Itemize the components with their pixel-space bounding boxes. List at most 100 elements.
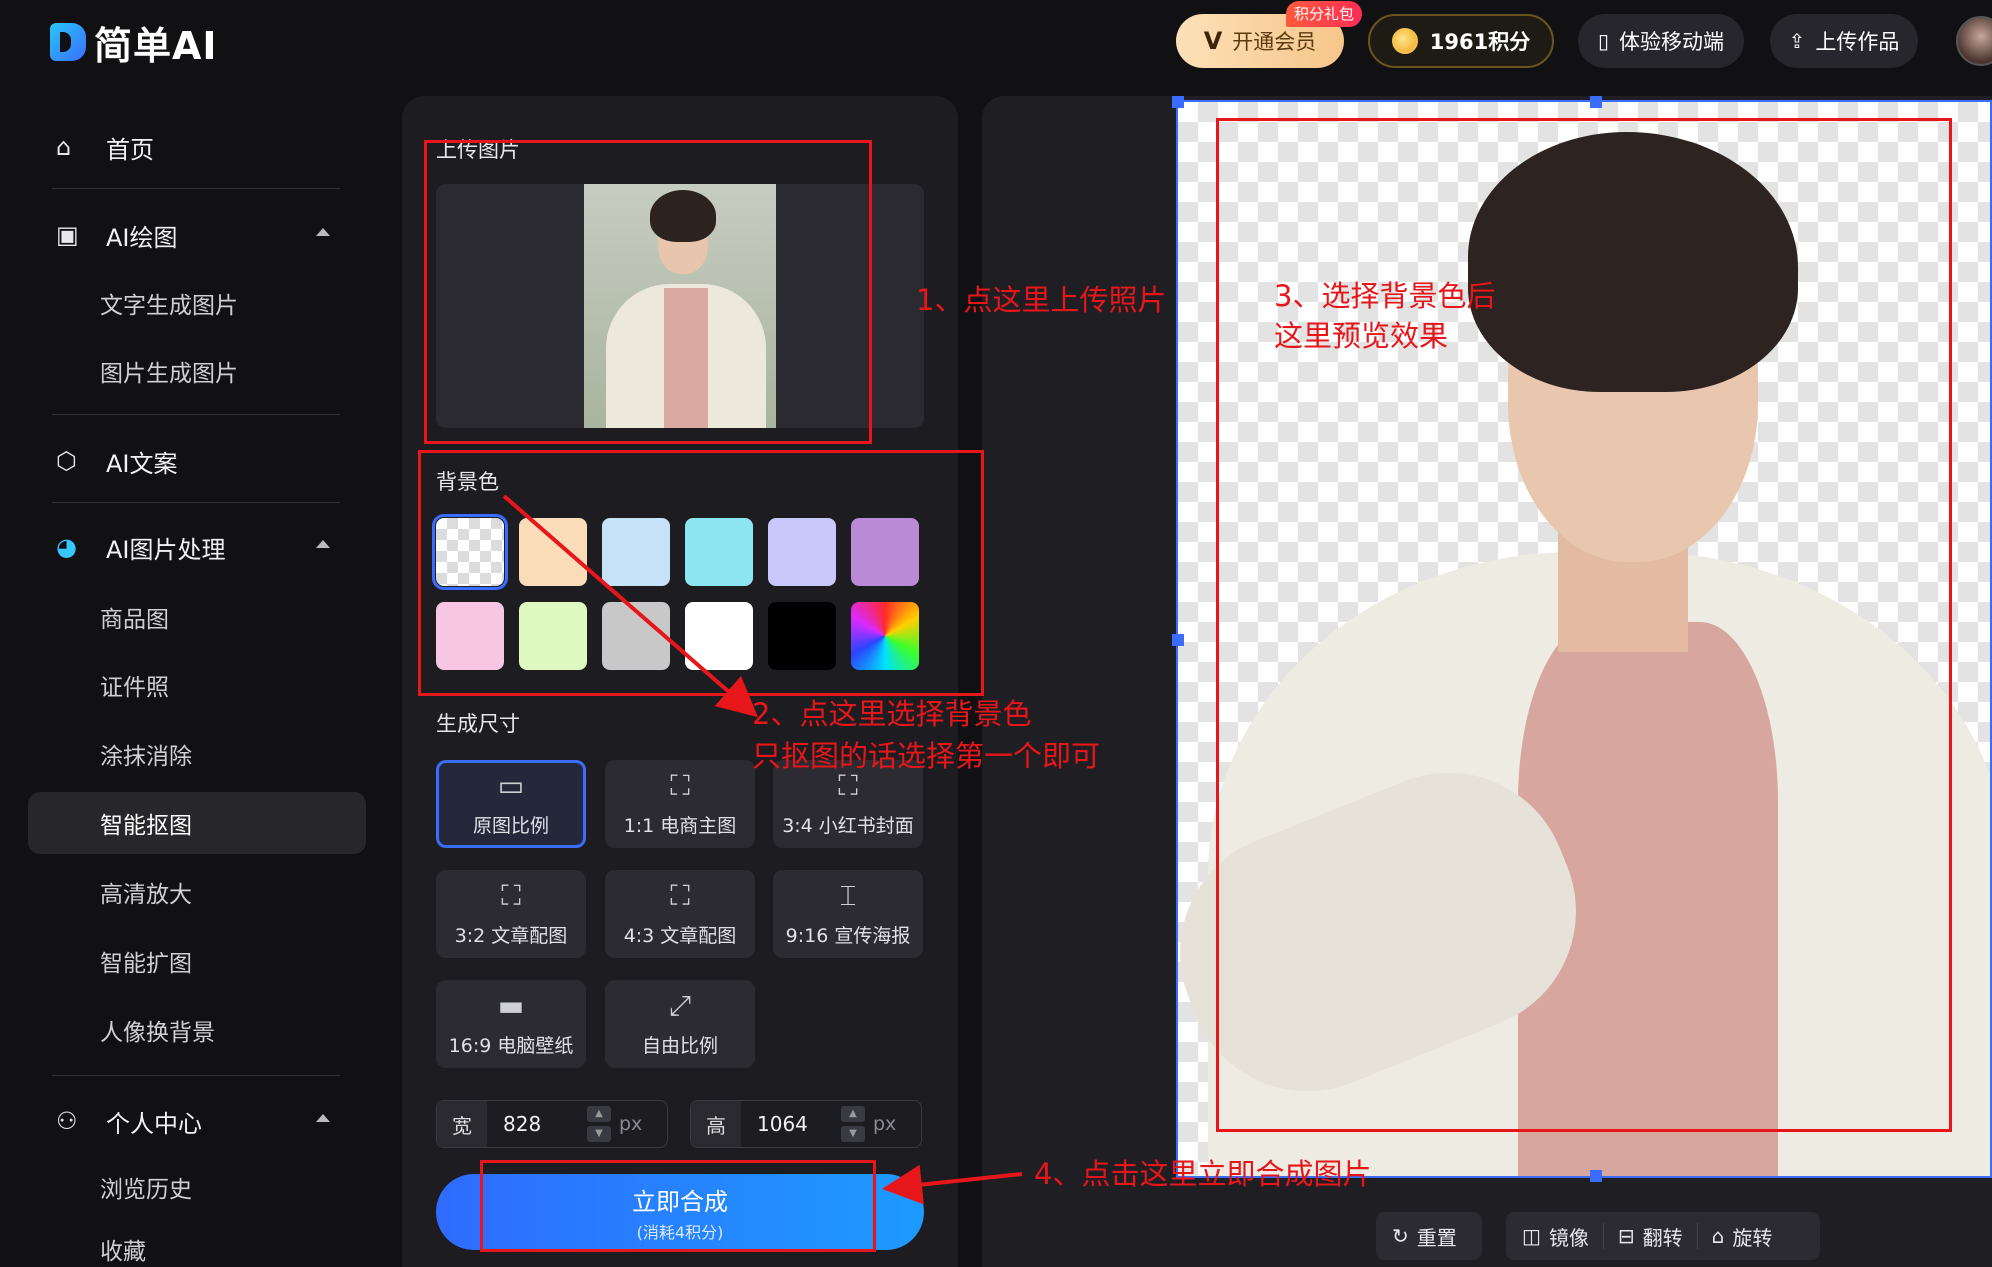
resize-handle[interactable] <box>1590 96 1602 108</box>
width-label: 宽 <box>437 1101 487 1147</box>
ratio-1-1[interactable]: ⛶ 1:1 电商主图 <box>605 760 755 848</box>
image-icon: ▭ <box>497 768 525 802</box>
ratio-9-16[interactable]: ⌶ 9:16 宣传海报 <box>773 870 923 958</box>
flip-button[interactable]: ⊟ 翻转 <box>1618 1222 1683 1251</box>
sidebar-item-label: 高清放大 <box>100 882 192 908</box>
ratio-label: 3:4 小红书封面 <box>782 814 914 837</box>
height-label: 高 <box>691 1101 741 1147</box>
ratio-3-2[interactable]: ⛶ 3:2 文章配图 <box>436 870 586 958</box>
sidebar-item-label: 智能抠图 <box>100 813 192 839</box>
height-field[interactable]: 高 1064 ▲ ▼ px <box>690 1100 922 1148</box>
avatar[interactable] <box>1956 16 1992 66</box>
sidebar-item-upscale[interactable]: 高清放大 <box>28 861 366 923</box>
ratio-free[interactable]: ⤢ 自由比例 <box>605 980 755 1068</box>
sidebar-item-favorites[interactable]: 收藏 <box>28 1218 366 1267</box>
width-field[interactable]: 宽 828 ▲ ▼ px <box>436 1100 668 1148</box>
ratio-4-3[interactable]: ⛶ 4:3 文章配图 <box>605 870 755 958</box>
home-icon: ⌂ <box>56 133 72 161</box>
ratio-16-9[interactable]: ▬ 16:9 电脑壁纸 <box>436 980 586 1068</box>
sidebar-item-label: 浏览历史 <box>100 1177 192 1203</box>
rotate-button[interactable]: ⌂ 旋转 <box>1712 1222 1773 1251</box>
sidebar-item-text-to-image[interactable]: 文字生成图片 <box>28 272 366 334</box>
square-frame-icon: ⛶ <box>670 768 690 802</box>
resize-handle[interactable] <box>1590 1170 1602 1182</box>
height-stepper[interactable]: ▲ ▼ <box>841 1106 865 1142</box>
reset-label: 重置 <box>1416 1225 1457 1250</box>
sidebar-item-home[interactable]: ⌂ 首页 <box>28 116 366 178</box>
sidebar-item-portrait-bg[interactable]: 人像换背景 <box>28 999 366 1061</box>
transform-tools: ◫ 镜像 ⊟ 翻转 ⌂ 旋转 <box>1506 1212 1820 1260</box>
sidebar-item-outpaint[interactable]: 智能扩图 <box>28 930 366 992</box>
logo[interactable]: 简单AI <box>50 16 218 68</box>
points-button[interactable]: 1961积分 <box>1368 14 1554 68</box>
sidebar-item-label: 文字生成图片 <box>100 293 238 319</box>
logo-icon <box>50 23 86 61</box>
flip-icon: ⊟ <box>1617 1224 1635 1248</box>
logo-text: 简单AI <box>94 23 218 68</box>
sidebar-item-ai-copy[interactable]: ⬡ AI文案 <box>28 430 366 492</box>
sidebar-item-label: 人像换背景 <box>100 1020 215 1046</box>
user-icon: ⚇ <box>56 1107 78 1135</box>
width-unit: px <box>619 1113 643 1135</box>
phone-icon: ▯ <box>1597 29 1609 53</box>
height-input[interactable]: 1064 <box>757 1112 841 1136</box>
ratio-label: 4:3 文章配图 <box>623 924 737 947</box>
ratio-label: 16:9 电脑壁纸 <box>448 1034 574 1057</box>
sidebar: ⌂ 首页 ▣ AI绘图 文字生成图片 图片生成图片 ⬡ AI文案 ◕ AI图片处… <box>0 86 380 1267</box>
width-input[interactable]: 828 <box>503 1112 587 1136</box>
sidebar-item-product-image[interactable]: 商品图 <box>28 586 366 648</box>
mobile-button[interactable]: ▯ 体验移动端 <box>1578 14 1744 68</box>
ai-shield-icon: ⬡ <box>56 447 77 475</box>
sidebar-item-history[interactable]: 浏览历史 <box>28 1156 366 1218</box>
coin-icon <box>1391 28 1418 54</box>
top-header: 简单AI V 开通会员 积分礼包 1961积分 ▯ 体验移动端 ⇪ 上传作品 <box>0 0 1992 86</box>
chevron-up-icon[interactable]: ▲ <box>841 1106 865 1122</box>
annotation-box-preview <box>1216 118 1952 1132</box>
sidebar-item-label: 个人中心 <box>106 1109 202 1138</box>
rotate-label: 旋转 <box>1732 1225 1773 1250</box>
reset-tool[interactable]: ↻ 重置 <box>1376 1212 1482 1260</box>
picture-icon: ▣ <box>56 221 79 249</box>
mobile-label: 体验移动端 <box>1619 30 1724 54</box>
divider <box>52 188 340 189</box>
chevron-down-icon[interactable]: ▼ <box>841 1126 865 1142</box>
upload-icon: ⇪ <box>1788 29 1806 53</box>
ratio-label: 9:16 宣传海报 <box>785 924 911 947</box>
sidebar-item-personal[interactable]: ⚇ 个人中心 <box>28 1090 366 1152</box>
landscape-frame-icon: ⛶ <box>670 878 690 912</box>
points-gift-badge: 积分礼包 <box>1286 1 1363 27</box>
sidebar-item-ai-draw[interactable]: ▣ AI绘图 <box>28 204 366 266</box>
upload-label: 上传作品 <box>1815 30 1900 54</box>
sidebar-item-ai-image[interactable]: ◕ AI图片处理 <box>28 516 366 578</box>
sidebar-item-erase[interactable]: 涂抹消除 <box>28 723 366 785</box>
chevron-up-icon <box>316 228 330 236</box>
resize-handle[interactable] <box>1172 634 1184 646</box>
ratio-label: 1:1 电商主图 <box>623 814 737 837</box>
sidebar-item-label: 商品图 <box>100 607 169 633</box>
chevron-up-icon <box>316 1114 330 1122</box>
sidebar-item-id-photo[interactable]: 证件照 <box>28 654 366 716</box>
divider <box>52 414 340 415</box>
mirror-icon: ◫ <box>1522 1224 1541 1248</box>
sidebar-item-label: AI绘图 <box>106 223 178 252</box>
resize-handle[interactable] <box>1172 96 1184 108</box>
sidebar-item-label: AI文案 <box>106 449 178 478</box>
width-stepper[interactable]: ▲ ▼ <box>587 1106 611 1142</box>
upload-work-button[interactable]: ⇪ 上传作品 <box>1770 14 1918 68</box>
divider <box>52 1075 340 1076</box>
sidebar-item-smart-cutout[interactable]: 智能抠图 <box>28 792 366 854</box>
rotate-icon: ⌂ <box>1711 1224 1725 1248</box>
landscape-frame-icon: ⛶ <box>501 878 521 912</box>
mirror-button[interactable]: ◫ 镜像 <box>1522 1222 1589 1251</box>
annotation-box-upload <box>424 140 872 444</box>
chevron-down-icon[interactable]: ▼ <box>587 1126 611 1142</box>
chevron-up-icon[interactable]: ▲ <box>587 1106 611 1122</box>
sidebar-item-label: 首页 <box>106 135 154 164</box>
ratio-label: 自由比例 <box>641 1034 718 1057</box>
sidebar-item-image-to-image[interactable]: 图片生成图片 <box>28 340 366 402</box>
palette-icon: ◕ <box>56 533 77 561</box>
divider <box>52 502 340 503</box>
ratio-original[interactable]: ▭ 原图比例 <box>436 760 586 848</box>
size-title: 生成尺寸 <box>436 712 520 736</box>
reset-icon: ↻ <box>1392 1224 1409 1248</box>
